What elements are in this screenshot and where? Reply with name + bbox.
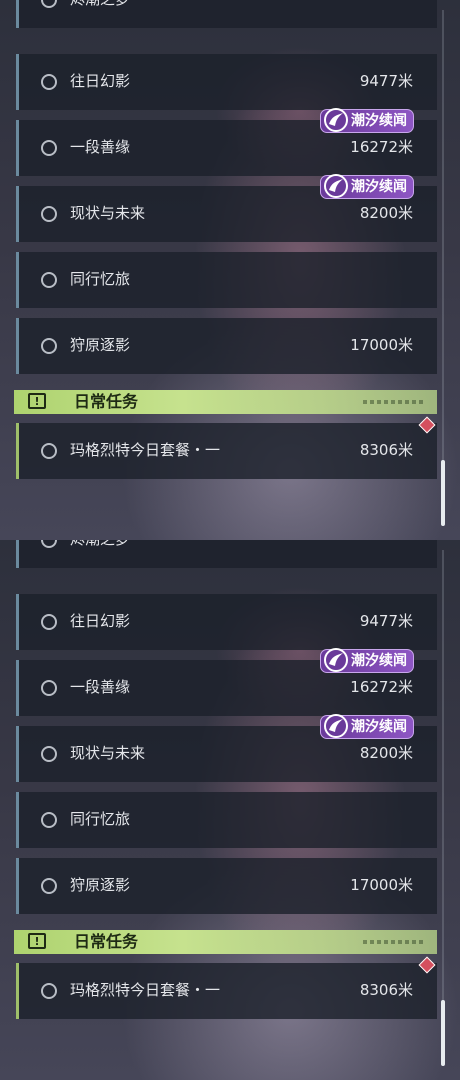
quest-name: 现状与未来 bbox=[70, 744, 146, 762]
quest-row-2[interactable]: 往日幻影 9477米 bbox=[16, 54, 437, 110]
quest-row-1[interactable]: 烬潮之梦 bbox=[16, 0, 437, 28]
quest-status-circle bbox=[41, 443, 57, 459]
header-decoration bbox=[363, 400, 425, 404]
quest-row-3[interactable]: 一段善缘 16272米 潮汐续闻 bbox=[16, 108, 437, 176]
tide-swirl-icon bbox=[324, 108, 348, 132]
quest-name: 狩原逐影 bbox=[70, 876, 131, 894]
daily-quest-row[interactable]: 玛格烈特今日套餐・一 8306米 bbox=[16, 963, 437, 1019]
quest-row-6[interactable]: 狩原逐影 17000米 bbox=[16, 858, 437, 914]
badge-label: 潮汐续闻 bbox=[351, 653, 407, 669]
tide-sequel-badge: 潮汐续闻 bbox=[320, 648, 414, 673]
quest-name: 同行忆旅 bbox=[70, 810, 131, 828]
quest-status-circle bbox=[41, 206, 57, 222]
tide-sequel-badge: 潮汐续闻 bbox=[320, 174, 414, 199]
quest-status-circle bbox=[41, 812, 57, 828]
badge-label: 潮汐续闻 bbox=[351, 179, 407, 195]
quest-row-3[interactable]: 一段善缘 16272米 潮汐续闻 bbox=[16, 648, 437, 716]
quest-row-6[interactable]: 狩原逐影 17000米 bbox=[16, 318, 437, 374]
quest-name: 一段善缘 bbox=[70, 138, 131, 156]
quest-status-circle bbox=[41, 540, 57, 548]
quest-name: 烬潮之梦 bbox=[70, 0, 130, 9]
section-title: 日常任务 bbox=[74, 392, 139, 411]
quest-row-2[interactable]: 往日幻影 9477米 bbox=[16, 594, 437, 650]
daily-quests-header[interactable]: ! 日常任务 bbox=[14, 930, 437, 954]
tide-swirl-icon bbox=[324, 714, 348, 738]
badge-label: 潮汐续闻 bbox=[351, 719, 407, 735]
scrollbar-thumb[interactable] bbox=[441, 460, 445, 526]
quest-status-circle bbox=[41, 338, 57, 354]
tide-sequel-badge: 潮汐续闻 bbox=[320, 108, 414, 133]
quest-panel-bottom: 烬潮之梦 往日幻影 9477米 一段善缘 16272米 潮汐续闻 现状与未来 8… bbox=[0, 540, 460, 1080]
quest-distance: 8200米 bbox=[359, 744, 413, 762]
quest-row-5[interactable]: 同行忆旅 bbox=[16, 252, 437, 308]
quest-distance: 9477米 bbox=[359, 612, 413, 630]
quest-name: 现状与未来 bbox=[70, 204, 146, 222]
quest-distance: 9477米 bbox=[359, 72, 413, 90]
daily-quest-row[interactable]: 玛格烈特今日套餐・一 8306米 bbox=[16, 423, 437, 479]
quest-status-circle bbox=[41, 746, 57, 762]
quest-status-circle bbox=[41, 272, 57, 288]
quest-status-circle bbox=[41, 0, 57, 8]
quest-name: 玛格烈特今日套餐・一 bbox=[70, 441, 221, 459]
quest-row-1[interactable]: 烬潮之梦 bbox=[16, 540, 437, 568]
quest-distance: 17000米 bbox=[350, 876, 413, 894]
quest-status-circle bbox=[41, 878, 57, 894]
quest-name: 往日幻影 bbox=[70, 72, 131, 90]
tide-swirl-icon bbox=[324, 648, 348, 672]
scrollbar-thumb[interactable] bbox=[441, 1000, 445, 1066]
quest-distance: 16272米 bbox=[350, 138, 413, 156]
quest-distance: 17000米 bbox=[350, 336, 413, 354]
scrollbar-track[interactable] bbox=[442, 10, 444, 526]
quest-distance: 8306米 bbox=[359, 441, 413, 459]
quest-name: 一段善缘 bbox=[70, 678, 131, 696]
quest-distance: 8200米 bbox=[359, 204, 413, 222]
header-decoration bbox=[363, 940, 425, 944]
tide-sequel-badge: 潮汐续闻 bbox=[320, 714, 414, 739]
quest-status-circle bbox=[41, 614, 57, 630]
quest-status-circle bbox=[41, 74, 57, 90]
quest-name: 玛格烈特今日套餐・一 bbox=[70, 981, 221, 999]
quest-name: 同行忆旅 bbox=[70, 270, 131, 288]
scrollbar-track[interactable] bbox=[442, 550, 444, 1066]
quest-status-circle bbox=[41, 680, 57, 696]
section-title: 日常任务 bbox=[74, 932, 139, 951]
quest-row-4[interactable]: 现状与未来 8200米 潮汐续闻 bbox=[16, 714, 437, 782]
quest-distance: 16272米 bbox=[350, 678, 413, 696]
quest-name: 狩原逐影 bbox=[70, 336, 131, 354]
daily-quests-header[interactable]: ! 日常任务 bbox=[14, 390, 437, 414]
exclamation-icon: ! bbox=[28, 393, 46, 409]
tide-swirl-icon bbox=[324, 174, 348, 198]
quest-status-circle bbox=[41, 983, 57, 999]
quest-panel-top: 烬潮之梦 往日幻影 9477米 一段善缘 16272米 潮汐续闻 现状与未来 8… bbox=[0, 0, 460, 540]
quest-row-4[interactable]: 现状与未来 8200米 潮汐续闻 bbox=[16, 174, 437, 242]
exclamation-icon: ! bbox=[28, 933, 46, 949]
quest-name: 往日幻影 bbox=[70, 612, 131, 630]
quest-status-circle bbox=[41, 140, 57, 156]
quest-name: 烬潮之梦 bbox=[70, 540, 130, 549]
badge-label: 潮汐续闻 bbox=[351, 113, 407, 129]
quest-distance: 8306米 bbox=[359, 981, 413, 999]
quest-row-5[interactable]: 同行忆旅 bbox=[16, 792, 437, 848]
